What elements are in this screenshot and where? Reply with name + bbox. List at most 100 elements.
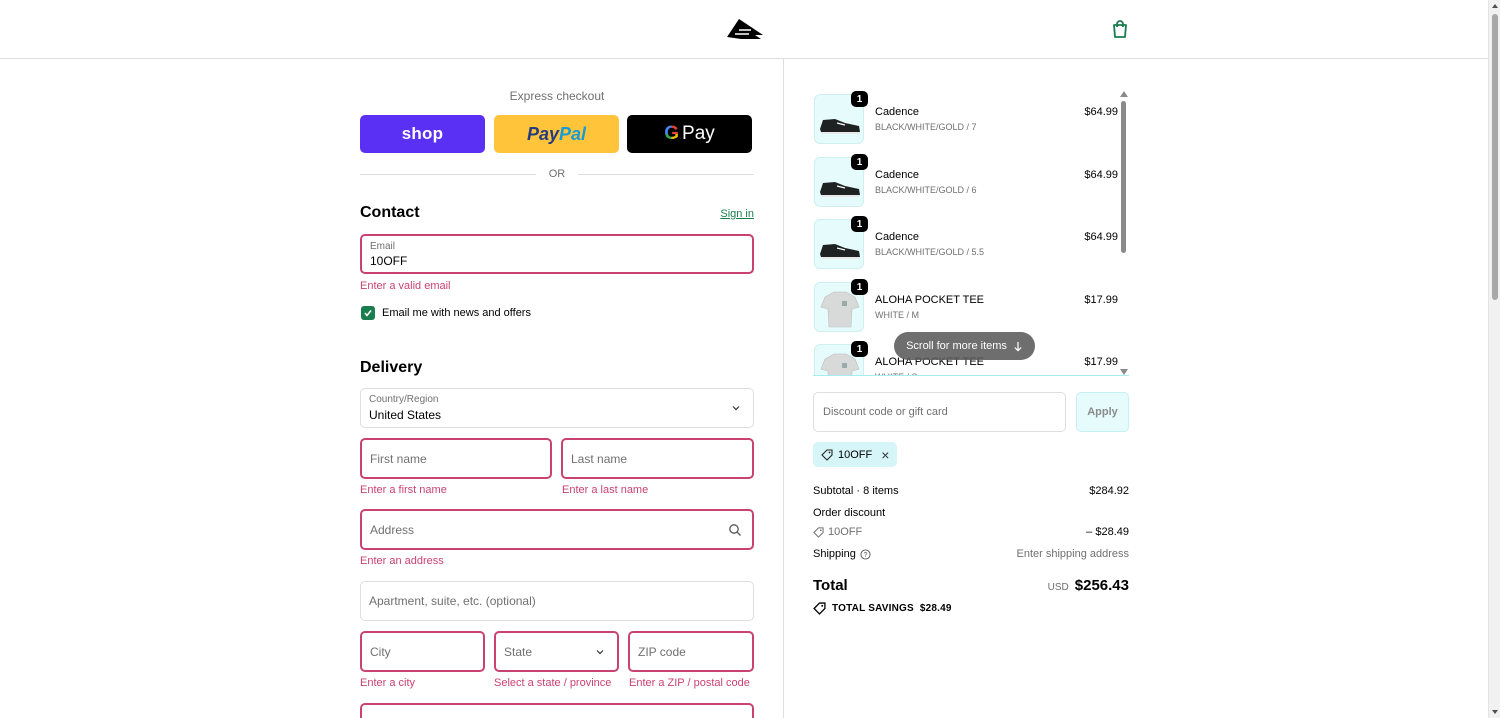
email-field[interactable]: Email 10OFF — [360, 234, 754, 274]
contact-title: Contact — [360, 204, 420, 221]
email-value: 10OFF — [370, 254, 408, 268]
google-pay-button[interactable]: G Pay — [627, 115, 752, 153]
city-error: Enter a city — [360, 677, 416, 689]
first-name-placeholder: First name — [370, 451, 427, 466]
tag-icon — [813, 602, 826, 615]
cart-item: 1 Cadence BLACK/WHITE/GOLD / 5.5 $64.99 — [813, 214, 1118, 270]
country-label: Country/Region — [369, 394, 439, 405]
page-scrollbar[interactable] — [1488, 0, 1500, 718]
cart-item: 1 Cadence BLACK/WHITE/GOLD / 7 $64.99 — [813, 89, 1118, 145]
state-placeholder: State — [504, 644, 533, 659]
discount-code-label: 10OFF — [828, 526, 863, 538]
shopping-bag-icon[interactable] — [1110, 19, 1130, 39]
item-variant: WHITE / M — [875, 310, 919, 320]
scroll-down-icon[interactable] — [1120, 369, 1128, 375]
chevron-down-icon — [732, 406, 740, 411]
help-circle-icon[interactable]: ? — [860, 548, 871, 560]
city-field[interactable]: City — [360, 631, 485, 672]
remove-code-icon[interactable]: × — [881, 448, 889, 462]
total-value: $256.43 — [1074, 577, 1129, 594]
last-name-error: Enter a last name — [562, 484, 649, 496]
tag-icon — [813, 526, 824, 538]
quantity-badge: 1 — [851, 91, 868, 107]
last-name-field[interactable]: Last name — [561, 438, 754, 479]
item-price: $17.99 — [1084, 356, 1118, 368]
apartment-placeholder: Apartment, suite, etc. (optional) — [369, 594, 536, 608]
cart-item: 1 ALOHA POCKET TEE WHITE / M $17.99 — [813, 277, 1118, 333]
first-name-error: Enter a first name — [360, 484, 447, 496]
item-name: Cadence — [875, 169, 920, 181]
savings-value: $28.49 — [919, 603, 952, 614]
zip-placeholder: ZIP code — [638, 644, 686, 659]
last-name-placeholder: Last name — [571, 451, 628, 466]
total-label: Total — [813, 577, 848, 594]
quantity-badge: 1 — [851, 216, 868, 232]
search-icon[interactable] — [728, 523, 742, 537]
shipping-value: Enter shipping address — [1016, 548, 1129, 560]
paypal-label-part2: Pal — [559, 123, 587, 144]
news-offers-checkbox[interactable] — [361, 306, 375, 320]
tag-icon — [821, 448, 833, 461]
paypal-button[interactable]: Pay Pal — [494, 115, 619, 153]
news-offers-label: Email me with news and offers — [382, 307, 531, 319]
total-amount: USD $256.43 — [1048, 577, 1129, 594]
scroll-for-more-button[interactable]: Scroll for more items — [894, 332, 1035, 360]
total-savings: TOTAL SAVINGS $28.49 — [813, 602, 952, 615]
cart-item: 1 Cadence BLACK/WHITE/GOLD / 6 $64.99 — [813, 152, 1118, 208]
express-checkout-title: Express checkout — [509, 89, 605, 103]
address-error: Enter an address — [360, 555, 444, 567]
subtotal-row: Subtotal · 8 items $284.92 — [813, 485, 1129, 497]
item-variant: BLACK/WHITE/GOLD / 7 — [875, 122, 977, 132]
applied-code-label: 10OFF — [838, 448, 873, 461]
scroll-hint-label: Scroll for more items — [906, 340, 1007, 352]
zip-error: Enter a ZIP / postal code — [629, 677, 750, 689]
quantity-badge: 1 — [851, 154, 868, 170]
order-discount-row: Order discount — [813, 507, 1129, 519]
scroll-up-icon[interactable] — [1120, 91, 1128, 97]
arrow-down-icon — [1014, 341, 1022, 352]
shop-pay-label: shop — [401, 124, 444, 143]
header — [0, 0, 1500, 59]
item-price: $64.99 — [1084, 169, 1118, 181]
discount-code-row: 10OFF – $28.49 — [813, 526, 1129, 541]
email-error: Enter a valid email — [360, 280, 451, 292]
sign-in-link[interactable]: Sign in — [720, 208, 754, 220]
google-pay-label: Pay — [682, 123, 715, 144]
quantity-badge: 1 — [851, 341, 868, 357]
subtotal-label: Subtotal · 8 items — [813, 485, 899, 497]
apartment-field[interactable]: Apartment, suite, etc. (optional) — [360, 581, 754, 621]
country-value: United States — [369, 408, 442, 422]
city-placeholder: City — [370, 644, 391, 659]
discount-placeholder: Discount code or gift card — [823, 406, 948, 418]
address-placeholder: Address — [370, 522, 415, 537]
currency-code: USD — [1047, 582, 1069, 593]
item-price: $64.99 — [1084, 231, 1118, 243]
or-divider: OR — [360, 168, 754, 182]
item-variant: BLACK/WHITE/GOLD / 6 — [875, 185, 977, 195]
state-select[interactable]: State — [494, 631, 619, 672]
emerica-logo-icon[interactable] — [725, 17, 765, 41]
country-select[interactable]: Country/Region United States — [360, 388, 754, 428]
order-discount-label: Order discount — [813, 507, 886, 519]
phone-field[interactable] — [360, 703, 754, 718]
scroll-thumb[interactable] — [1121, 101, 1126, 253]
discount-value: – $28.49 — [1086, 526, 1129, 538]
address-field[interactable]: Address — [360, 509, 754, 550]
item-price: $64.99 — [1084, 106, 1118, 118]
item-name: Cadence — [875, 106, 920, 118]
first-name-field[interactable]: First name — [360, 438, 552, 479]
discount-code-input[interactable]: Discount code or gift card — [813, 392, 1066, 432]
cart-items-scrollbar[interactable] — [1120, 91, 1128, 375]
svg-text:?: ? — [863, 551, 867, 558]
google-g-icon: G — [664, 123, 680, 144]
item-price: $17.99 — [1084, 294, 1118, 306]
checkmark-icon — [364, 310, 372, 317]
applied-discount-chip: 10OFF × — [813, 442, 897, 467]
apply-button[interactable]: Apply — [1076, 392, 1129, 432]
item-variant: WHITE / S — [875, 372, 918, 375]
subtotal-value: $284.92 — [1089, 485, 1129, 497]
delivery-title: Delivery — [360, 359, 423, 376]
shop-pay-button[interactable]: shop — [360, 115, 485, 153]
quantity-badge: 1 — [851, 279, 868, 295]
zip-field[interactable]: ZIP code — [628, 631, 754, 672]
